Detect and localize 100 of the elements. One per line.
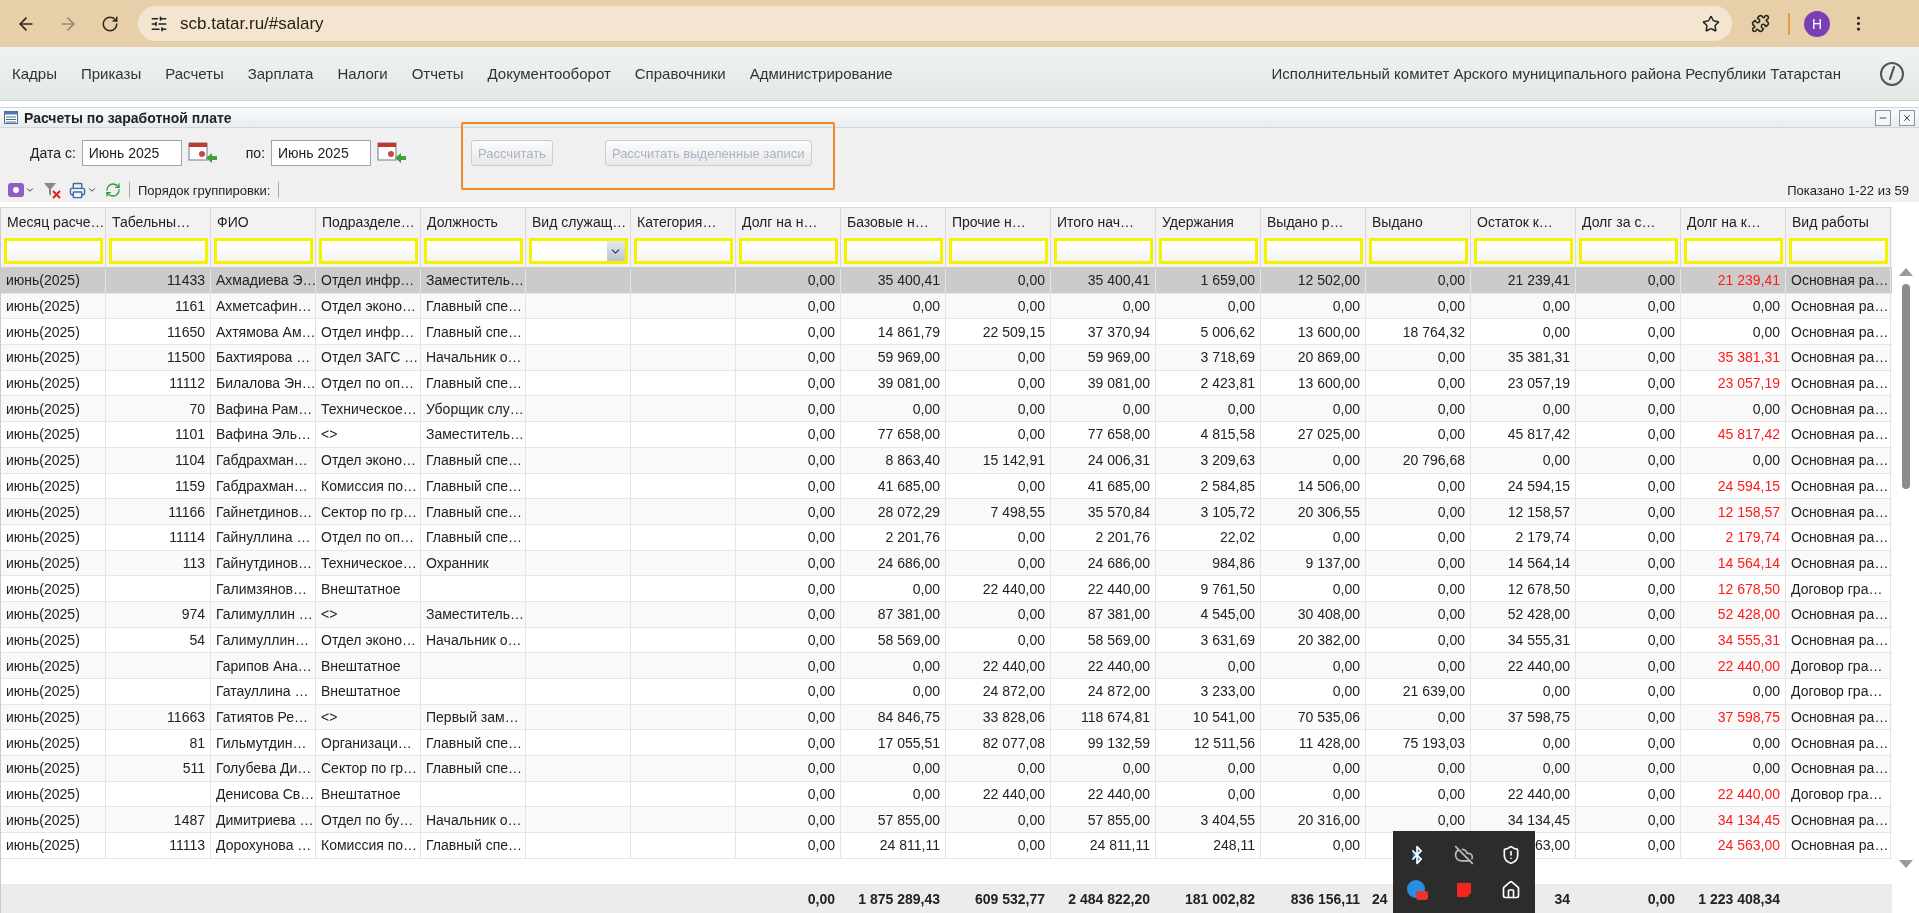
site-settings-icon[interactable]: [150, 14, 168, 33]
table-row[interactable]: июнь(2025) 1487 Димитриева … Отдел по бу… Начальник о… 0,00 57 855,00 0,00 57 855,00 3 404,55 20 316,00 0,00 34 134,45 0,00 34 134,45 Основная ра…: [1, 807, 1892, 834]
refresh-icon[interactable]: [105, 182, 121, 198]
profile-avatar[interactable]: H: [1804, 10, 1830, 37]
filter-field[interactable]: [1158, 238, 1258, 264]
table-row[interactable]: июнь(2025) 974 Галимуллин … <> Заместитель… 0,00 87 381,00 0,00 87 381,00 4 545,00 30 408,00 0,00 52 428,00 0,00 52 428,00 Основная ра…: [1, 601, 1892, 628]
scrollbar-thumb[interactable]: [1901, 284, 1910, 489]
table-row[interactable]: июнь(2025) 113 Гайнутдинов… Техническое… Охранник 0,00 24 686,00 0,00 24 686,00 984,86 9 137,00 0,00 14 564,14 0,00 14 564,14 Основная ра…: [1, 550, 1892, 577]
help-icon[interactable]: [1879, 60, 1905, 87]
filter-field[interactable]: [1263, 238, 1363, 264]
filter-field[interactable]: [843, 238, 943, 264]
filter-field[interactable]: [633, 238, 733, 264]
table-row[interactable]: июнь(2025) 70 Вафина Рам… Техническое… Уборщик слу… 0,00 0,00 0,00 0,00 0,00 0,00 0,00 0,00 0,00 0,00 Основная ра…: [1, 396, 1892, 423]
table-cell: 13 600,00: [1261, 370, 1366, 396]
table-row[interactable]: июнь(2025) 11433 Ахмадиева Э… Отдел инфр… Заместитель… 0,00 35 400,41 0,00 35 400,41 1 659,00 12 502,00 0,00 21 239,41 0,00 21 239,41 Основная ра…: [1, 268, 1892, 294]
filter-field[interactable]: [423, 238, 523, 264]
filter-field[interactable]: [1368, 238, 1468, 264]
filter-field[interactable]: [1683, 238, 1783, 264]
table-row[interactable]: июнь(2025) 81 Гильмутдин… Организаци… Главный спе… 0,00 17 055,51 82 077,08 99 132,59 12 511,56 11 428,00 75 193,03 0,00 0,00 0,00 Основная ра…: [1, 730, 1892, 757]
table-cell: Главный спе…: [421, 473, 526, 499]
table-cell: 39 081,00: [841, 370, 946, 396]
menu-item[interactable]: Приказы: [80, 65, 142, 82]
table-cell: Габдрахман…: [211, 447, 316, 473]
menu-item[interactable]: Отчеты: [411, 65, 464, 82]
table-cell: 87 381,00: [841, 601, 946, 627]
menu-item[interactable]: Документооборот: [487, 65, 611, 82]
table-cell: 20 796,68: [1366, 447, 1471, 473]
filter-field[interactable]: [3, 238, 103, 264]
table-cell: 0,00: [1576, 653, 1681, 678]
table-row[interactable]: июнь(2025) 1161 Ахметсафин… Отдел эконо… Главный спе… 0,00 0,00 0,00 0,00 0,00 0,00 0,00 0,00 0,00 0,00 Основная ра…: [1, 293, 1892, 320]
close-button[interactable]: [1899, 109, 1915, 126]
menu-item[interactable]: Справочники: [634, 65, 726, 82]
date-from-field[interactable]: Июнь 2025: [81, 140, 182, 166]
table-row[interactable]: июнь(2025) Денисова Св… Внештатное 0,00 0,00 22 440,00 22 440,00 0,00 0,00 0,00 22 440,00 0,00 22 440,00 Договор гра…: [1, 781, 1892, 808]
menu-item[interactable]: Администрирование: [749, 65, 893, 82]
total-value: 24: [1372, 890, 1388, 907]
group-menu-icon[interactable]: [8, 183, 35, 197]
filter-field[interactable]: [738, 238, 838, 264]
table-cell: 0,00: [1471, 396, 1576, 422]
table-row[interactable]: июнь(2025) 11500 Бахтиярова … Отдел ЗАГС … Начальник о… 0,00 59 969,00 0,00 59 969,00 3 718,69 20 869,00 0,00 35 381,31 0,00 35 381,31 Основная ра…: [1, 345, 1892, 371]
table-cell: Отдел по оп…: [316, 370, 421, 396]
table-cell: 0,00: [1366, 653, 1471, 678]
table-cell: 70: [106, 396, 211, 422]
filter-field[interactable]: [318, 238, 418, 264]
table-row[interactable]: июнь(2025) 11112 Билалова Эн… Отдел по оп… Главный спе… 0,00 39 081,00 0,00 39 081,00 2 423,81 13 600,00 0,00 23 057,19 0,00 23 057,19 Основная ра…: [1, 370, 1892, 397]
records-count: Показано 1-22 из 59: [1787, 182, 1909, 198]
scroll-down-icon[interactable]: [1898, 860, 1913, 868]
table-cell: 82 077,08: [946, 730, 1051, 756]
table-row[interactable]: июнь(2025) 1104 Габдрахман… Отдел эконо… Главный спе… 0,00 8 863,40 15 142,91 24 006,31 3 209,63 0,00 20 796,68 0,00 0,00 0,00 Основная ра…: [1, 447, 1892, 474]
table-cell: 24 872,00: [946, 679, 1051, 704]
calendar-icon[interactable]: [187, 141, 218, 165]
filter-field[interactable]: [1578, 238, 1678, 264]
print-icon[interactable]: [69, 181, 97, 199]
table-cell: 0,00: [1366, 627, 1471, 653]
table-row[interactable]: июнь(2025) 11114 Гайнуллина … Отдел по оп… Главный спе… 0,00 2 201,76 0,00 2 201,76 22,02 0,00 0,00 2 179,74 0,00 2 179,74 Основная ра…: [1, 524, 1892, 551]
table-cell: 984,86: [1156, 550, 1261, 576]
table-row[interactable]: июнь(2025) Гатауллина … Внештатное 0,00 0,00 24 872,00 24 872,00 3 233,00 0,00 21 639,00 0,00 0,00 0,00 Договор гра…: [1, 679, 1892, 705]
table-cell: 0,00: [841, 576, 946, 601]
table-row[interactable]: июнь(2025) 511 Голубева Ди… Сектор по гр… Главный спе… 0,00 0,00 0,00 0,00 0,00 0,00 0,00 0,00 0,00 0,00 Основная ра…: [1, 756, 1892, 782]
menu-item[interactable]: Кадры: [12, 65, 57, 82]
table-row[interactable]: июнь(2025) 11663 Гатиятов Ре… <> Первый зам… 0,00 84 846,75 33 828,06 118 674,81 10 541,00 70 535,06 0,00 37 598,75 0,00 37 598,75 Основная ра…: [1, 704, 1892, 731]
bookmark-star-icon[interactable]: [1702, 14, 1720, 33]
table-row[interactable]: июнь(2025) 1159 Габдрахман… Комиссия по… Главный спе… 0,00 41 685,00 0,00 41 685,00 2 584,85 14 506,00 0,00 24 594,15 0,00 24 594,15 Основная ра…: [1, 473, 1892, 500]
table-row[interactable]: июнь(2025) 11113 Дорохунова … Комиссия по… Главный спе… 0,00 24 811,11 0,00 24 811,11 248,11 0,00 63,00 0,00 24 563,00 Основная ра…: [1, 833, 1892, 859]
table-row[interactable]: июнь(2025) 11166 Гайнетдинов… Сектор по гр… Главный спе… 0,00 28 072,29 7 498,55 35 570,84 3 105,72 20 306,55 0,00 12 158,57 0,00 12 158,57 Основная ра…: [1, 499, 1892, 525]
table-row[interactable]: июнь(2025) 54 Галимуллин… Отдел эконо… Начальник о… 0,00 58 569,00 0,00 58 569,00 3 631,69 20 382,00 0,00 34 555,31 0,00 34 555,31 Основная ра…: [1, 627, 1892, 654]
clear-filter-icon[interactable]: [43, 181, 61, 199]
filter-field[interactable]: [948, 238, 1048, 264]
app-badge-icon[interactable]: [1404, 877, 1429, 902]
table-cell: 0,00: [1156, 653, 1261, 678]
date-to-field[interactable]: Июнь 2025: [271, 140, 372, 166]
table-cell: 34 555,31: [1471, 627, 1576, 653]
menu-item[interactable]: Расчеты: [165, 65, 224, 82]
table-cell: Гатиятов Ре…: [211, 704, 316, 730]
reload-icon[interactable]: [101, 14, 119, 33]
filter-field[interactable]: [1788, 238, 1888, 264]
calendar-icon[interactable]: [377, 141, 408, 165]
table-cell: 0,00: [1576, 781, 1681, 807]
table-row[interactable]: июнь(2025) Гарипов Ана… Внештатное 0,00 0,00 22 440,00 22 440,00 0,00 0,00 0,00 22 440,00 0,00 22 440,00 Договор гра…: [1, 653, 1892, 679]
table-cell: 22 440,00: [946, 576, 1051, 601]
table-cell: 9 761,50: [1156, 576, 1261, 601]
table-row[interactable]: июнь(2025) 11650 Ахтямова Ам… Отдел инфр… Главный спе… 0,00 14 861,79 22 509,15 37 370,94 5 006,62 13 600,00 18 764,32 0,00 0,00 0,00 Основная ра…: [1, 319, 1892, 346]
filter-field[interactable]: [108, 238, 208, 264]
table-cell: 22 440,00: [946, 653, 1051, 678]
filter-field[interactable]: [213, 238, 313, 264]
table-cell: Основная ра…: [1786, 319, 1891, 345]
menu-item[interactable]: Зарплата: [247, 65, 314, 82]
table-row[interactable]: июнь(2025) Галимзянов… Внештатное 0,00 0,00 22 440,00 22 440,00 9 761,50 0,00 0,00 12 678,50 0,00 12 678,50 Договор гра…: [1, 576, 1892, 602]
filter-field[interactable]: [1473, 238, 1573, 264]
table-cell: 0,00: [1576, 550, 1681, 576]
table-cell: 0,00: [1681, 756, 1786, 781]
filter-field[interactable]: [1053, 238, 1153, 264]
minimize-button[interactable]: [1875, 109, 1891, 126]
scroll-up-icon[interactable]: [1898, 268, 1913, 276]
address-bar[interactable]: scb.tatar.ru/#salary: [138, 6, 1732, 41]
table-row[interactable]: июнь(2025) 1101 Вафина Эль… <> Заместитель… 0,00 77 658,00 0,00 77 658,00 4 815,58 27 025,00 0,00 45 817,42 0,00 45 817,42 Основная ра…: [1, 422, 1892, 448]
menu-item[interactable]: Налоги: [337, 65, 388, 82]
filter-dropdown[interactable]: [528, 238, 628, 264]
table-cell: 11113: [106, 833, 211, 858]
extensions-icon[interactable]: [1750, 14, 1770, 33]
